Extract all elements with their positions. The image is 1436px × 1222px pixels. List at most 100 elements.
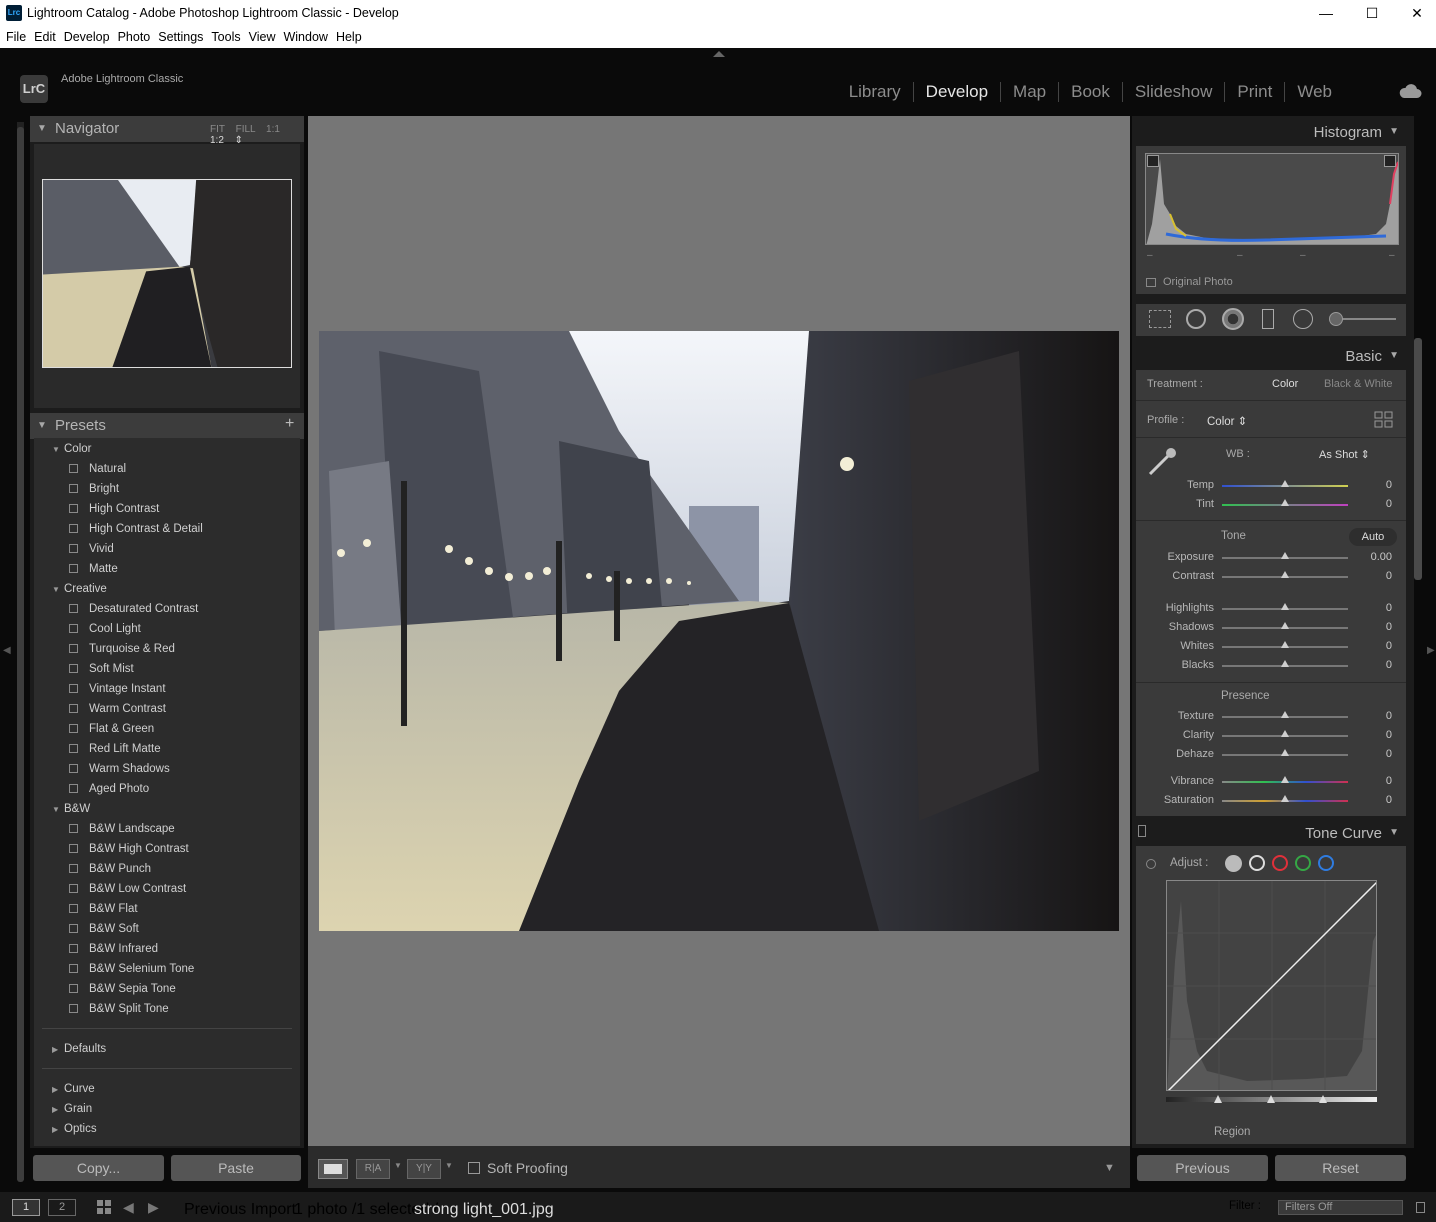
wb-select[interactable]: As Shot ⇕	[1319, 448, 1370, 461]
preset-item[interactable]: B&W Landscape	[69, 823, 175, 835]
parametric-curve-icon[interactable]	[1225, 855, 1242, 872]
right-panel-toggle-icon[interactable]: ▶	[1427, 645, 1435, 656]
back-arrow-icon[interactable]: ◀	[123, 1199, 134, 1216]
secondary-display-button[interactable]: 2	[48, 1199, 76, 1216]
preset-group-defaults[interactable]: ▶ Defaults	[52, 1043, 106, 1055]
minimize-button[interactable]: —	[1303, 0, 1349, 26]
spot-removal-icon[interactable]	[1186, 309, 1206, 329]
preset-item[interactable]: High Contrast	[69, 503, 159, 515]
filename-label[interactable]: strong light_001.jpg	[414, 1201, 554, 1219]
paste-button[interactable]: Paste	[171, 1155, 301, 1181]
preset-item[interactable]: High Contrast & Detail	[69, 523, 203, 535]
module-book[interactable]: Book	[1058, 82, 1122, 102]
toolbar-menu-icon[interactable]: ▼	[1104, 1162, 1115, 1174]
auto-button[interactable]: Auto	[1349, 528, 1397, 546]
preset-item[interactable]: Desaturated Contrast	[69, 603, 198, 615]
tint-slider[interactable]: Tint 0	[1136, 496, 1406, 514]
graduated-filter-icon[interactable]	[1262, 309, 1274, 329]
module-map[interactable]: Map	[1000, 82, 1058, 102]
preset-item[interactable]: Vivid	[69, 543, 114, 555]
preset-group-creative[interactable]: ▼ Creative	[52, 583, 107, 595]
preset-item[interactable]: Turquoise & Red	[69, 643, 175, 655]
reset-button[interactable]: Reset	[1275, 1155, 1406, 1181]
radial-filter-icon[interactable]	[1293, 309, 1313, 329]
grid-view-icon[interactable]	[97, 1200, 112, 1215]
menu-help[interactable]: Help	[330, 26, 362, 48]
white-balance-picker-icon[interactable]	[1146, 444, 1180, 478]
menu-file[interactable]: File	[0, 26, 26, 48]
preset-item[interactable]: Warm Contrast	[69, 703, 166, 715]
filter-select[interactable]: Filters Off	[1278, 1200, 1403, 1215]
menu-view[interactable]: View	[243, 26, 276, 48]
maximize-button[interactable]: ☐	[1349, 0, 1395, 26]
menu-tools[interactable]: Tools	[205, 26, 240, 48]
loupe-view-button[interactable]	[318, 1159, 348, 1179]
preset-item[interactable]: B&W Punch	[69, 863, 151, 875]
split-handle-icon[interactable]	[1319, 1095, 1327, 1103]
dehaze-slider[interactable]: Dehaze 0	[1136, 746, 1406, 764]
preset-group-color[interactable]: ▼ Color	[52, 443, 91, 455]
menu-photo[interactable]: Photo	[112, 26, 151, 48]
right-scrollbar[interactable]	[1414, 338, 1422, 580]
navigator-thumbnail[interactable]	[42, 179, 292, 368]
saturation-slider[interactable]: Saturation 0	[1136, 792, 1406, 810]
preset-item[interactable]: B&W Split Tone	[69, 1003, 169, 1015]
preset-item[interactable]: B&W Infrared	[69, 943, 158, 955]
before-after-split-button[interactable]: Y|Y	[407, 1159, 441, 1179]
temp-slider[interactable]: Temp 0	[1136, 477, 1406, 495]
zoom-fit[interactable]: FIT	[210, 124, 225, 135]
basic-header[interactable]: Basic ▼	[1136, 343, 1406, 369]
zoom-fill[interactable]: FILL	[236, 124, 256, 135]
contrast-slider[interactable]: Contrast 0	[1136, 568, 1406, 586]
source-label[interactable]: Previous Import	[184, 1201, 296, 1219]
exposure-slider[interactable]: Exposure 0.00	[1136, 549, 1406, 567]
navigator-header[interactable]: ▼ Navigator FIT FILL 1:1 1:2 ⇕	[30, 116, 304, 146]
histogram-header[interactable]: Histogram ▼	[1136, 119, 1406, 145]
shadow-clipping-icon[interactable]	[1147, 155, 1159, 167]
preset-item[interactable]: B&W Low Contrast	[69, 883, 186, 895]
preset-item[interactable]: Matte	[69, 563, 118, 575]
add-preset-icon[interactable]: +	[285, 415, 294, 433]
preset-item[interactable]: Bright	[69, 483, 119, 495]
preset-item[interactable]: Soft Mist	[69, 663, 134, 675]
preset-group-bw[interactable]: ▼ B&W	[52, 803, 90, 815]
preset-item[interactable]: B&W Flat	[69, 903, 138, 915]
primary-display-button[interactable]: 1	[12, 1199, 40, 1216]
top-panel-toggle-icon[interactable]	[713, 51, 725, 57]
shadows-slider[interactable]: Shadows 0	[1136, 619, 1406, 637]
close-button[interactable]: ✕	[1394, 0, 1436, 26]
zoom-1-1[interactable]: 1:1	[266, 124, 280, 135]
tone-curve-header[interactable]: Tone Curve ▼	[1136, 820, 1406, 846]
preset-item[interactable]: Warm Shadows	[69, 763, 170, 775]
profile-browser-icon[interactable]	[1374, 411, 1394, 428]
vibrance-slider[interactable]: Vibrance 0	[1136, 773, 1406, 791]
whites-slider[interactable]: Whites 0	[1136, 638, 1406, 656]
preset-item[interactable]: Aged Photo	[69, 783, 149, 795]
menu-window[interactable]: Window	[277, 26, 327, 48]
filter-lock-icon[interactable]	[1416, 1202, 1425, 1213]
preset-item[interactable]: Vintage Instant	[69, 683, 166, 695]
cloud-icon[interactable]	[1398, 83, 1422, 99]
profile-select[interactable]: Color ⇕	[1207, 414, 1247, 428]
crop-tool-icon[interactable]	[1149, 310, 1171, 328]
menu-develop[interactable]: Develop	[58, 26, 110, 48]
red-eye-icon[interactable]	[1222, 308, 1244, 330]
module-develop[interactable]: Develop	[912, 82, 1000, 102]
point-curve-red-icon[interactable]	[1272, 855, 1288, 871]
treatment-bw-option[interactable]: Black & White	[1324, 378, 1392, 390]
filename-dropdown-icon[interactable]: ▼	[534, 1203, 542, 1212]
dropdown-arrow-icon[interactable]: ▼	[445, 1161, 453, 1170]
presets-header[interactable]: ▼ Presets +	[30, 413, 304, 439]
left-panel-toggle-icon[interactable]: ◀	[3, 645, 11, 656]
previous-button[interactable]: Previous	[1137, 1155, 1268, 1181]
copy-button[interactable]: Copy...	[33, 1155, 164, 1181]
preset-item[interactable]: B&W Sepia Tone	[69, 983, 176, 995]
highlight-clipping-icon[interactable]	[1384, 155, 1396, 167]
module-web[interactable]: Web	[1284, 82, 1344, 102]
menu-edit[interactable]: Edit	[28, 26, 56, 48]
soft-proofing-checkbox[interactable]	[468, 1162, 480, 1174]
preset-item[interactable]: Natural	[69, 463, 126, 475]
main-photo[interactable]	[319, 331, 1119, 931]
left-scrollbar[interactable]	[17, 122, 24, 1182]
preset-group-optics[interactable]: ▶ Optics	[52, 1123, 97, 1135]
